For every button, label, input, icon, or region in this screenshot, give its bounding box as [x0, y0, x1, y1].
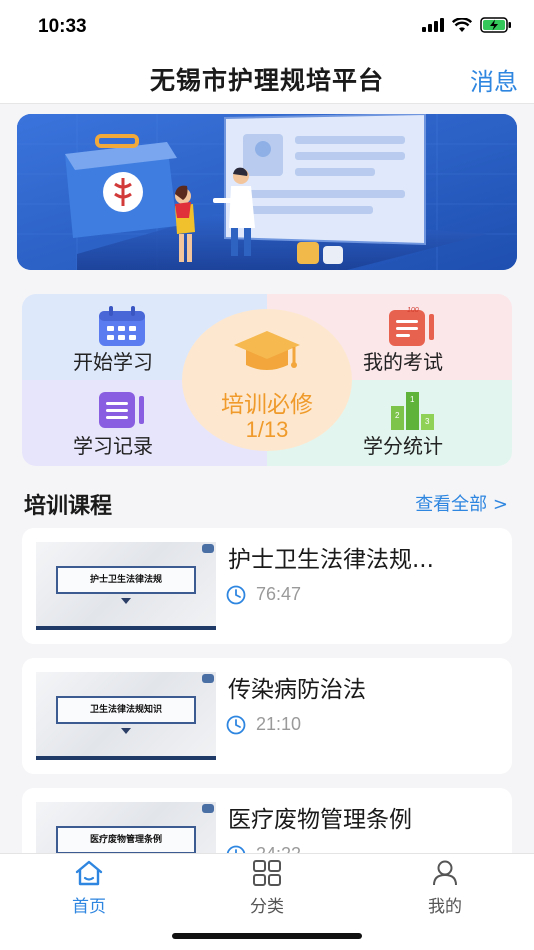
banner[interactable] [17, 114, 517, 270]
home-icon [75, 860, 103, 886]
svg-text:3: 3 [425, 417, 430, 426]
svg-text:2: 2 [395, 411, 400, 420]
required-training-title: 培训必修 [221, 392, 313, 418]
credit-stats-label: 学分统计 [363, 434, 443, 458]
course-title: 医疗废物管理条例 [228, 807, 412, 833]
course-thumbnail: 卫生法律法规知识 [36, 672, 216, 760]
course-duration: 76:47 [256, 584, 302, 604]
thumbnail-text: 医疗废物管理条例 [56, 826, 196, 854]
thumbnail-badge [202, 804, 214, 813]
bar-chart-icon: 2 1 3 [391, 392, 434, 430]
tab-home[interactable]: 首页 [29, 860, 149, 917]
graduation-cap-icon [234, 331, 300, 370]
required-training-progress: 1/13 [245, 417, 289, 442]
required-training-button[interactable]: 培训必修 1/13 [182, 309, 352, 451]
tab-me-label: 我的 [428, 897, 462, 917]
course-thumbnail: 护士卫生法律法规 [36, 542, 216, 630]
nav-bar: 无锡市护理规培平台 消息 [0, 52, 534, 104]
view-all-link[interactable]: 查看全部 > [415, 490, 508, 516]
thumbnail-badge [202, 674, 214, 683]
start-study-label: 开始学习 [73, 350, 153, 374]
study-record-label: 学习记录 [73, 434, 153, 458]
section-title: 培训课程 [24, 494, 113, 519]
wifi-icon [452, 17, 472, 32]
thumbnail-arrow [121, 598, 131, 604]
message-button[interactable]: 消息 [470, 62, 518, 97]
course-card[interactable]: 卫生法律法规知识 传染病防治法 21:10 [22, 658, 512, 774]
status-bar: 10:33 [0, 0, 534, 52]
record-book-icon [99, 392, 144, 428]
exam-icon-score: 100 [407, 307, 419, 314]
clock-icon [226, 585, 246, 605]
svg-text:1: 1 [410, 395, 415, 404]
battery-charging-icon [480, 17, 511, 33]
status-time: 10:33 [38, 16, 87, 37]
calendar-icon [99, 306, 145, 346]
user-icon [433, 860, 457, 886]
course-card[interactable]: 护士卫生法律法规 护士卫生法律法规... 76:47 [22, 528, 512, 644]
grid-icon [253, 860, 281, 886]
tab-category-label: 分类 [250, 897, 284, 917]
thumbnail-text: 护士卫生法律法规 [56, 566, 196, 594]
tab-home-label: 首页 [72, 897, 106, 917]
quick-entry-grid: 开始学习 100 我的考试 学习记录 2 1 3 学分统计 培训必修 1/13 [22, 294, 512, 466]
course-title: 护士卫生法律法规... [228, 547, 434, 573]
thumbnail-badge [202, 544, 214, 553]
course-duration: 21:10 [256, 714, 302, 734]
my-exam-label: 我的考试 [363, 350, 443, 374]
banner-illustration [17, 114, 517, 270]
app-screen: 10:33 无锡市护理规培平台 消息 开始学习 100 我的考试 学习记录 2 … [0, 0, 534, 950]
signal-icon [422, 18, 444, 32]
thumbnail-arrow [121, 728, 131, 734]
tab-me[interactable]: 我的 [385, 860, 505, 917]
status-icons [422, 17, 512, 33]
thumbnail-text: 卫生法律法规知识 [56, 696, 196, 724]
tab-category[interactable]: 分类 [207, 860, 327, 917]
home-indicator [172, 933, 362, 939]
course-title: 传染病防治法 [228, 677, 366, 703]
page-title: 无锡市护理规培平台 [149, 66, 384, 95]
clock-icon [226, 715, 246, 735]
exam-paper-icon: 100 [389, 307, 434, 346]
